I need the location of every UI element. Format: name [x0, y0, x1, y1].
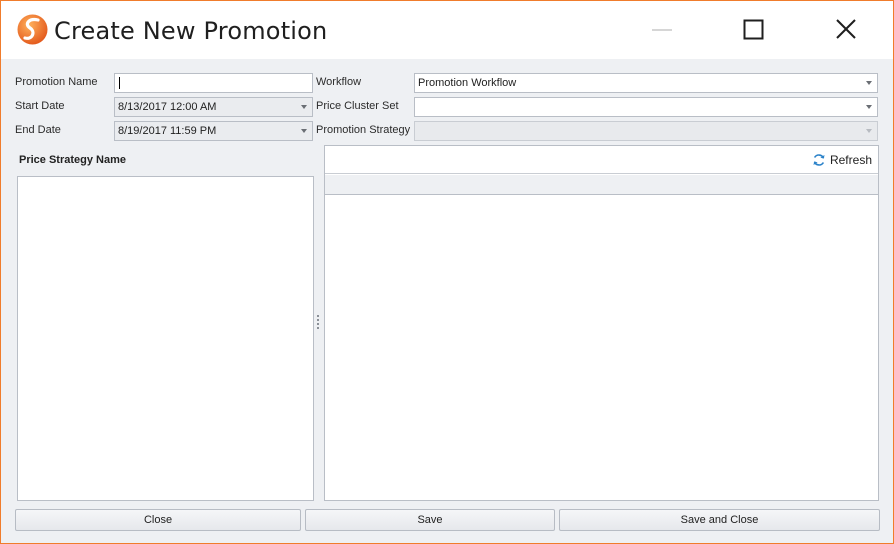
chevron-down-icon[interactable] — [861, 122, 877, 140]
maximize-icon — [743, 19, 764, 40]
create-promotion-window: Create New Promotion Promotion Name Star… — [0, 0, 894, 544]
end-date-label: End Date — [15, 124, 61, 136]
workflow-label: Workflow — [316, 76, 362, 88]
chevron-down-icon[interactable] — [861, 74, 877, 92]
start-date-label: Start Date — [15, 100, 65, 112]
promotion-strategy-select[interactable] — [414, 121, 878, 141]
title-bar: Create New Promotion — [1, 1, 893, 59]
workflow-select[interactable]: Promotion Workflow — [414, 73, 878, 93]
promotion-strategy-label: Promotion Strategy — [316, 124, 411, 136]
splitter-handle[interactable] — [317, 315, 320, 331]
maximize-button[interactable] — [731, 11, 777, 47]
start-date-value: 8/13/2017 12:00 AM — [118, 101, 217, 113]
start-date-picker[interactable]: 8/13/2017 12:00 AM — [114, 97, 313, 117]
close-button[interactable]: Close — [15, 509, 301, 531]
chevron-down-icon[interactable] — [296, 98, 312, 116]
price-strategy-list[interactable] — [17, 176, 314, 501]
refresh-button[interactable]: Refresh — [812, 152, 872, 168]
price-strategy-title: Price Strategy Name — [19, 154, 126, 166]
close-window-button[interactable] — [823, 11, 869, 47]
save-and-close-button[interactable]: Save and Close — [559, 509, 880, 531]
end-date-value: 8/19/2017 11:59 PM — [118, 125, 217, 137]
close-icon — [836, 19, 856, 39]
window-title: Create New Promotion — [54, 17, 328, 45]
price-cluster-set-select[interactable] — [414, 97, 878, 117]
promotion-name-input[interactable] — [114, 73, 313, 93]
workflow-value: Promotion Workflow — [418, 77, 517, 89]
save-button[interactable]: Save — [305, 509, 555, 531]
chevron-down-icon[interactable] — [861, 98, 877, 116]
price-cluster-set-label: Price Cluster Set — [316, 100, 399, 112]
app-logo-icon — [17, 14, 48, 45]
text-caret — [119, 77, 120, 89]
refresh-icon — [813, 154, 825, 166]
end-date-picker[interactable]: 8/19/2017 11:59 PM — [114, 121, 313, 141]
refresh-label: Refresh — [829, 153, 872, 167]
grid-header — [325, 175, 878, 195]
promotion-name-label: Promotion Name — [15, 76, 98, 88]
chevron-down-icon[interactable] — [296, 122, 312, 140]
minimize-button[interactable] — [639, 11, 685, 47]
results-grid-panel: Refresh — [324, 145, 879, 501]
grid-toolbar: Refresh — [325, 146, 878, 174]
minimize-icon — [652, 29, 672, 31]
